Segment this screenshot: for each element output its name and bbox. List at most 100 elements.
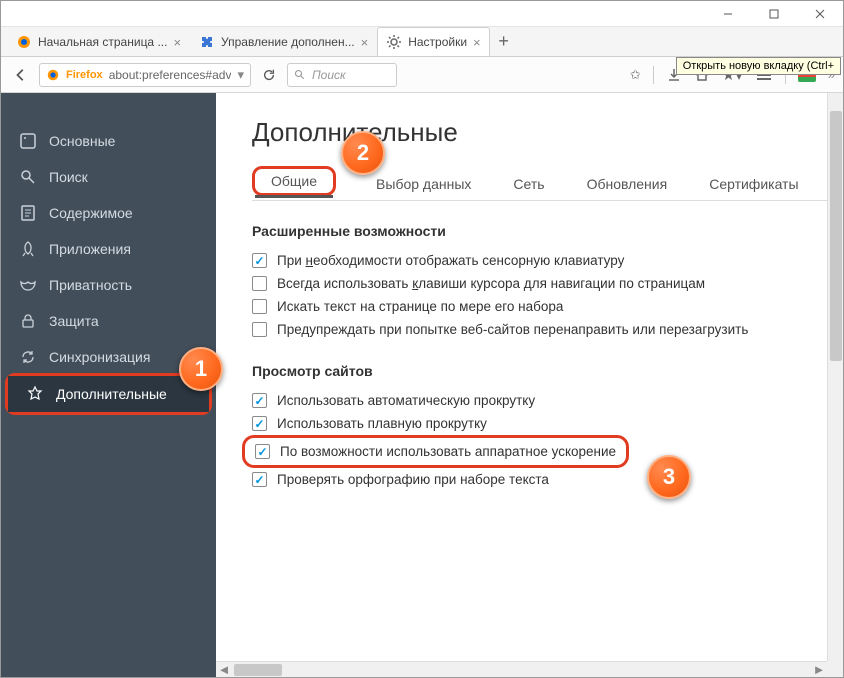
back-button[interactable] xyxy=(9,63,33,87)
sidebar-item-label: Синхронизация xyxy=(49,349,150,365)
annotation-subtab-highlight: Общие xyxy=(252,166,336,196)
option-search-as-type[interactable]: Искать текст на странице по мере его наб… xyxy=(252,295,843,318)
checkbox[interactable] xyxy=(252,299,267,314)
subtab-data-choices[interactable]: Выбор данных xyxy=(374,168,473,200)
tab-home[interactable]: Начальная страница ... × xyxy=(7,27,190,56)
option-warn-redirect[interactable]: Предупреждать при попытке веб-сайтов пер… xyxy=(252,318,843,341)
sidebar-item-advanced[interactable]: Дополнительные xyxy=(8,376,209,412)
checkbox[interactable] xyxy=(252,322,267,337)
horizontal-scrollbar[interactable]: ◄ ► xyxy=(216,661,827,677)
window-minimize-button[interactable] xyxy=(705,1,751,27)
sidebar-item-security[interactable]: Защита xyxy=(1,303,216,339)
sidebar-item-applications[interactable]: Приложения xyxy=(1,231,216,267)
tab-close-icon[interactable]: × xyxy=(361,35,369,50)
section-accessibility-title: Расширенные возможности xyxy=(252,223,843,239)
subtab-general[interactable]: Общие xyxy=(269,165,319,197)
step-badge-3: 3 xyxy=(647,455,691,499)
option-smooth-scroll[interactable]: Использовать плавную прокрутку xyxy=(252,412,843,435)
preferences-content: Дополнительные Общие Выбор данных Сеть О… xyxy=(216,93,843,677)
mask-icon xyxy=(19,276,37,294)
annotation-option-highlight: По возможности использовать аппаратное у… xyxy=(242,435,629,468)
tab-strip: Начальная страница ... × Управление допо… xyxy=(1,27,843,57)
sidebar-item-label: Основные xyxy=(49,133,115,149)
sidebar-item-label: Защита xyxy=(49,313,99,329)
reload-button[interactable] xyxy=(257,63,281,87)
subtab-network[interactable]: Сеть xyxy=(511,168,546,200)
sidebar-item-general[interactable]: Основные xyxy=(1,123,216,159)
document-icon xyxy=(19,204,37,222)
sync-icon xyxy=(19,348,37,366)
scrollbar-thumb[interactable] xyxy=(234,664,282,676)
checkbox[interactable] xyxy=(252,393,267,408)
subtab-certificates[interactable]: Сертификаты xyxy=(707,168,800,200)
search-box[interactable]: Поиск xyxy=(287,63,397,87)
dropdown-icon[interactable]: ▾ xyxy=(237,67,244,83)
preferences-sidebar: Основные Поиск Содержимое Приложения При… xyxy=(1,93,216,677)
new-tab-button[interactable]: + xyxy=(490,27,518,56)
tab-close-icon[interactable]: × xyxy=(173,35,181,50)
option-spellcheck[interactable]: Проверять орфографию при наборе текста xyxy=(252,468,843,491)
step-badge-1: 1 xyxy=(179,347,223,391)
rocket-icon xyxy=(19,240,37,258)
new-tab-tooltip: Открыть новую вкладку (Ctrl+ xyxy=(676,57,841,75)
scroll-right-icon[interactable]: ► xyxy=(811,662,827,678)
option-label: Предупреждать при попытке веб-сайтов пер… xyxy=(277,322,748,337)
option-touch-keyboard[interactable]: При необходимости отображать сенсорную к… xyxy=(252,249,843,272)
advanced-icon xyxy=(26,385,44,403)
subtab-updates[interactable]: Обновления xyxy=(585,168,670,200)
url-text: about:preferences#adv xyxy=(109,68,232,82)
sidebar-item-label: Дополнительные xyxy=(56,386,167,402)
sidebar-item-search[interactable]: Поиск xyxy=(1,159,216,195)
tab-close-icon[interactable]: × xyxy=(473,35,481,50)
window-maximize-button[interactable] xyxy=(751,1,797,27)
tab-label: Управление дополнен... xyxy=(221,35,355,49)
option-label: Искать текст на странице по мере его наб… xyxy=(277,299,563,314)
option-label: По возможности использовать аппаратное у… xyxy=(280,444,616,459)
option-hardware-accel[interactable]: По возможности использовать аппаратное у… xyxy=(253,440,618,463)
window-titlebar xyxy=(1,1,843,27)
checkbox[interactable] xyxy=(252,276,267,291)
puzzle-icon xyxy=(199,34,215,50)
page-title: Дополнительные xyxy=(252,117,843,148)
tab-label: Настройки xyxy=(408,35,467,49)
option-label: Всегда использовать клавиши курсора для … xyxy=(277,276,705,291)
sidebar-item-label: Поиск xyxy=(49,169,88,185)
advanced-subtabs: Общие Выбор данных Сеть Обновления Серти… xyxy=(252,166,843,201)
search-placeholder: Поиск xyxy=(312,68,346,82)
url-bar[interactable]: Firefox about:preferences#adv ▾ xyxy=(39,63,251,87)
lock-icon xyxy=(19,312,37,330)
window-close-button[interactable] xyxy=(797,1,843,27)
tab-addons[interactable]: Управление дополнен... × xyxy=(190,27,377,56)
section-browsing-title: Просмотр сайтов xyxy=(252,363,843,379)
search-icon xyxy=(19,168,37,186)
tab-label: Начальная страница ... xyxy=(38,35,167,49)
panel-icon xyxy=(19,132,37,150)
scroll-left-icon[interactable]: ◄ xyxy=(216,662,232,678)
tab-settings[interactable]: Настройки × xyxy=(377,27,489,56)
sidebar-item-content[interactable]: Содержимое xyxy=(1,195,216,231)
checkbox[interactable] xyxy=(252,253,267,268)
option-autoscroll[interactable]: Использовать автоматическую прокрутку xyxy=(252,389,843,412)
firefox-icon xyxy=(46,68,60,82)
sidebar-item-label: Содержимое xyxy=(49,205,133,221)
sidebar-item-privacy[interactable]: Приватность xyxy=(1,267,216,303)
firefox-icon xyxy=(16,34,32,50)
checkbox[interactable] xyxy=(252,472,267,487)
toolbar-separator xyxy=(653,66,654,84)
option-label: Использовать автоматическую прокрутку xyxy=(277,393,535,408)
checkbox[interactable] xyxy=(252,416,267,431)
star-half-icon[interactable]: ✩ xyxy=(630,67,641,83)
scroll-corner xyxy=(827,661,843,677)
option-cursor-keys[interactable]: Всегда использовать клавиши курсора для … xyxy=(252,272,843,295)
option-label: При необходимости отображать сенсорную к… xyxy=(277,253,624,268)
main-area: Основные Поиск Содержимое Приложения При… xyxy=(1,93,843,677)
scrollbar-thumb[interactable] xyxy=(830,111,842,361)
step-badge-2: 2 xyxy=(341,131,385,175)
sidebar-item-label: Приложения xyxy=(49,241,131,257)
search-icon xyxy=(294,69,306,81)
browser-window: Начальная страница ... × Управление допо… xyxy=(0,0,844,678)
vertical-scrollbar[interactable] xyxy=(827,93,843,661)
identity-label: Firefox xyxy=(66,69,103,81)
checkbox[interactable] xyxy=(255,444,270,459)
option-label: Проверять орфографию при наборе текста xyxy=(277,472,549,487)
